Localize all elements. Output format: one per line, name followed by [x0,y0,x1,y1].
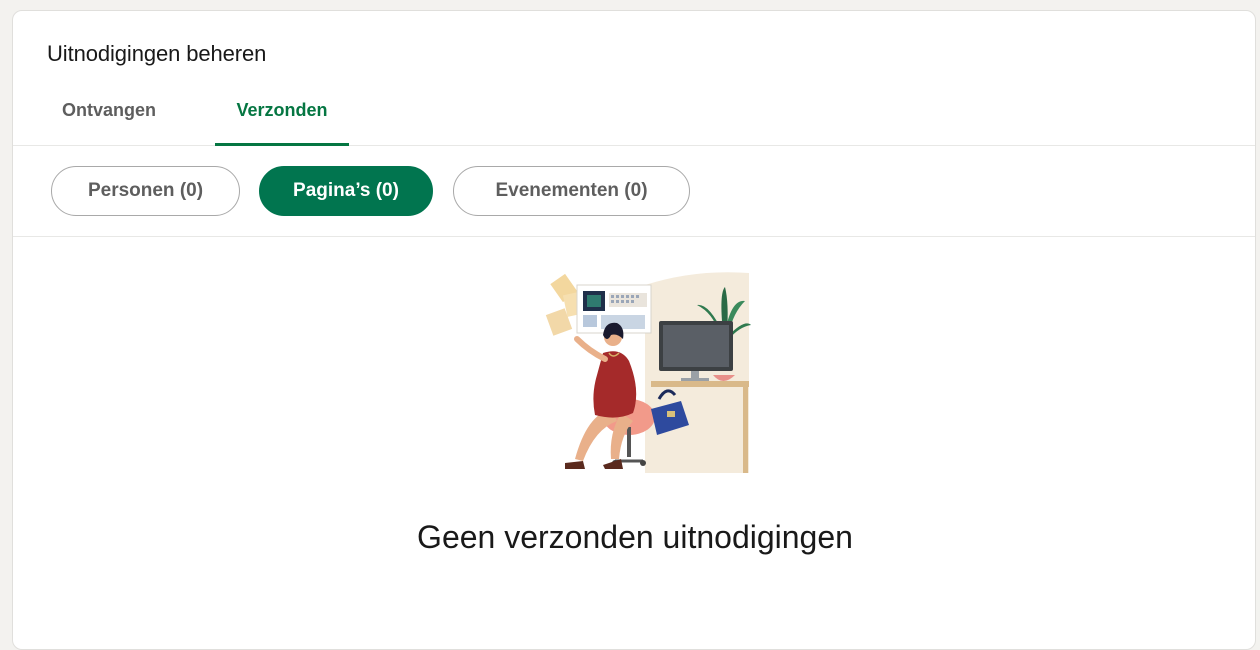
manage-invitations-card: Uitnodigingen beheren Ontvangen Verzonde… [12,10,1256,650]
tab-sent[interactable]: Verzonden [215,95,349,146]
filter-pages-button[interactable]: Pagina’s (0) [259,166,433,216]
filter-pill-bar: Personen (0) Pagina’s (0) Evenementen (0… [13,146,1255,237]
page-title: Uitnodigingen beheren [47,41,267,66]
tab-bar: Ontvangen Verzonden [13,95,1255,146]
filter-persons-button[interactable]: Personen (0) [51,166,240,216]
empty-state-message: Geen verzonden uitnodigingen [417,519,853,555]
tab-received[interactable]: Ontvangen [51,95,167,145]
woman-at-desk-illustration [545,272,751,473]
filter-events-button[interactable]: Evenementen (0) [453,166,690,216]
